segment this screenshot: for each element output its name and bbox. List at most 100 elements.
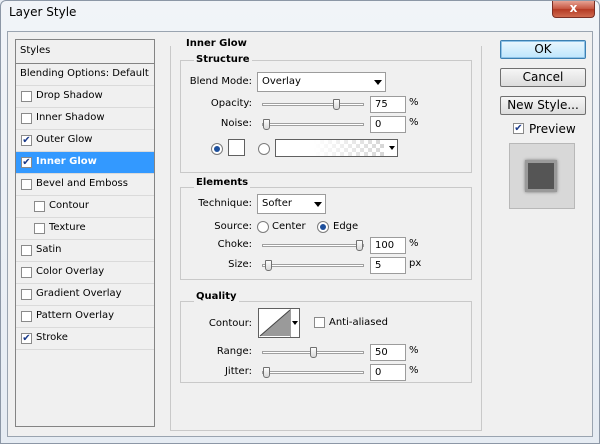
contour-picker[interactable] [258,308,300,338]
style-item-label: Inner Shadow [36,112,105,123]
size-slider-thumb[interactable] [265,260,272,271]
range-input[interactable]: 50 [370,344,406,361]
quality-title: Quality [194,291,239,302]
style-item-checkbox[interactable] [21,113,32,124]
noise-input[interactable]: 0 [370,116,406,133]
style-item-pattern-overlay[interactable]: Pattern Overlay [16,306,154,328]
style-item-checkbox[interactable]: ✔ [21,135,32,146]
style-item-label: Texture [49,222,86,233]
jitter-input[interactable]: 0 [370,364,406,381]
style-item-label: Color Overlay [36,266,105,277]
style-item-label: Drop Shadow [36,90,103,101]
chevron-down-icon [389,146,395,150]
close-button[interactable]: x [552,1,595,18]
opacity-input[interactable]: 75 [370,96,406,113]
styles-list: Styles Blending Options: Default Drop Sha… [15,39,155,427]
new-style-button[interactable]: New Style... [500,96,586,115]
style-item-inner-glow[interactable]: ✔ Inner Glow [16,152,154,174]
source-center-label: Center [272,221,306,232]
style-item-checkbox[interactable] [21,179,32,190]
styles-header[interactable]: Styles [16,40,154,64]
style-item-inner-shadow[interactable]: Inner Shadow [16,108,154,130]
style-item-checkbox[interactable]: ✔ [21,333,32,344]
range-slider[interactable] [262,347,364,358]
window-title: Layer Style [9,5,77,19]
range-slider-thumb[interactable] [310,347,317,358]
glow-color-swatch[interactable] [228,139,245,156]
opacity-slider-thumb[interactable] [333,99,340,110]
style-item-checkbox[interactable]: ✔ [21,157,32,168]
style-item-blending-options-default[interactable]: Blending Options: Default [16,64,154,86]
gradient-radio[interactable] [258,143,270,155]
range-unit: % [409,345,419,356]
choke-slider-thumb[interactable] [356,240,363,251]
chevron-down-icon [314,202,322,207]
style-item-gradient-overlay[interactable]: Gradient Overlay [16,284,154,306]
style-item-checkbox[interactable] [21,267,32,278]
style-item-label: Inner Glow [36,156,97,167]
anti-aliased-label: Anti-aliased [329,317,389,328]
source-label: Source: [214,221,252,232]
style-item-checkbox[interactable] [34,201,45,212]
jitter-slider-thumb[interactable] [263,367,270,378]
technique-select[interactable]: Softer [257,194,326,214]
preview-swatch [525,160,557,192]
title-bar[interactable]: Layer Style x [1,1,599,23]
cancel-button[interactable]: Cancel [500,68,586,87]
style-item-checkbox[interactable] [34,223,45,234]
noise-slider[interactable] [262,119,364,130]
technique-value: Softer [262,198,292,209]
ok-button[interactable]: OK [500,40,586,59]
opacity-label: Opacity: [210,98,252,109]
style-item-color-overlay[interactable]: Color Overlay [16,262,154,284]
gradient-picker[interactable] [275,139,398,157]
chevron-down-icon [292,321,298,325]
choke-unit: % [409,238,419,249]
opacity-slider[interactable] [262,99,364,110]
style-item-checkbox[interactable] [21,289,32,300]
noise-unit: % [409,117,419,128]
opacity-unit: % [409,97,419,108]
solid-color-radio[interactable] [211,143,223,155]
style-item-contour[interactable]: Contour [16,196,154,218]
anti-aliased-checkbox[interactable] [314,317,325,328]
style-item-stroke[interactable]: ✔ Stroke [16,328,154,350]
style-item-texture[interactable]: Texture [16,218,154,240]
elements-title: Elements [194,177,251,188]
style-item-label: Outer Glow [36,134,93,145]
style-item-outer-glow[interactable]: ✔ Outer Glow [16,130,154,152]
style-item-label: Blending Options: Default [20,68,149,79]
style-item-label: Satin [36,244,62,255]
structure-title: Structure [194,54,252,65]
choke-slider[interactable] [262,240,364,251]
noise-label: Noise: [220,118,252,129]
jitter-slider[interactable] [262,367,364,378]
noise-slider-thumb[interactable] [263,119,270,130]
size-input[interactable]: 5 [370,257,406,274]
style-item-checkbox[interactable] [21,91,32,102]
style-item-label: Contour [49,200,89,211]
blend-mode-select[interactable]: Overlay [257,72,386,92]
contour-dropdown[interactable] [290,309,299,337]
style-item-satin[interactable]: Satin [16,240,154,262]
style-item-label: Gradient Overlay [36,288,122,299]
range-label: Range: [216,346,252,357]
technique-label: Technique: [198,198,252,209]
style-preview [509,143,575,209]
style-item-checkbox[interactable] [21,311,32,322]
choke-input[interactable]: 100 [370,237,406,254]
style-item-drop-shadow[interactable]: Drop Shadow [16,86,154,108]
contour-label: Contour: [208,318,252,329]
blend-mode-label: Blend Mode: [189,76,252,87]
blend-mode-value: Overlay [262,76,301,87]
preview-checkbox[interactable]: ✔ [513,123,524,134]
style-item-label: Stroke [36,332,68,343]
source-center-radio[interactable] [257,221,269,233]
style-item-bevel-and-emboss[interactable]: Bevel and Emboss [16,174,154,196]
jitter-unit: % [409,365,419,376]
style-item-checkbox[interactable] [21,245,32,256]
size-slider[interactable] [262,260,364,271]
styles-header-label: Styles [20,45,51,56]
preview-label: Preview [529,122,576,136]
source-edge-radio[interactable] [317,221,329,233]
